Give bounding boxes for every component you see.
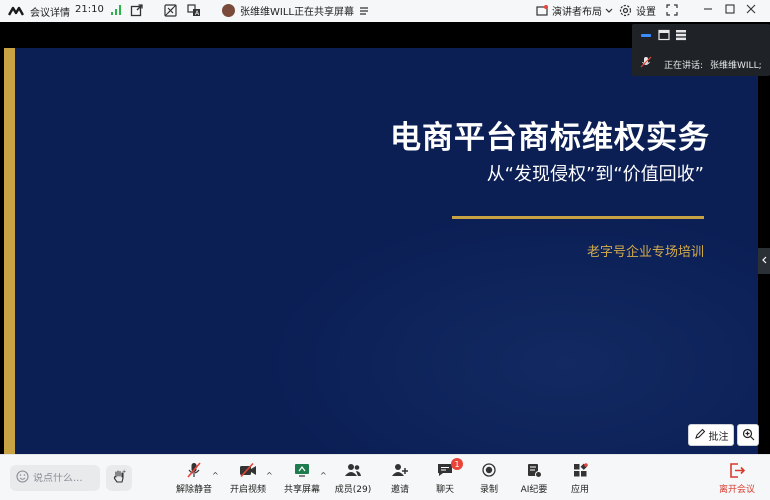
apps-label: 应用: [570, 485, 589, 495]
sharer-avatar: [222, 4, 235, 17]
speaker-mic-icon: [640, 56, 652, 68]
settings-label: 设置: [636, 7, 656, 18]
chat-unread-badge: 1: [451, 458, 463, 470]
raise-hand-button[interactable]: +: [106, 465, 132, 491]
record-label: 录制: [479, 485, 498, 495]
fullscreen-icon[interactable]: [666, 4, 678, 16]
apps-grid-icon: [573, 461, 588, 479]
bottom-toolbar: + 解除静音 ^ 开启视频 ^ 共享屏幕 ^ 成员(29) 邀请: [0, 454, 770, 500]
screen-sharer-indicator[interactable]: 张维维WILL正在共享屏幕: [222, 3, 369, 18]
emoji-icon[interactable]: [16, 470, 29, 486]
pen-icon: [694, 428, 706, 443]
zoom-button[interactable]: [737, 424, 759, 446]
top-bar: 会议详情 21:10 A 张维维WILL正在共享屏幕 演讲者布局 设置: [0, 0, 770, 22]
apps-button[interactable]: 应用: [566, 461, 594, 497]
speaking-label: 正在讲话:: [664, 61, 704, 71]
meeting-info-button[interactable]: 会议详情: [30, 4, 70, 19]
tencent-meeting-logo-icon: [8, 5, 24, 17]
leave-meeting-label: 离开会议: [718, 485, 755, 495]
invite-user-icon: [391, 461, 409, 479]
audio-options-caret[interactable]: ^: [212, 471, 219, 480]
start-video-button[interactable]: 开启视频: [230, 461, 266, 497]
screen-mute-icon[interactable]: [164, 4, 177, 17]
annotate-button[interactable]: 批注: [688, 424, 734, 446]
chat-icon: 1: [437, 458, 463, 479]
layout-button[interactable]: 演讲者布局: [536, 3, 613, 18]
slide-tagline: 老字号企业专场培训: [586, 245, 704, 260]
annotate-label: 批注: [708, 431, 729, 443]
minimize-view-icon[interactable]: [640, 29, 652, 41]
chevron-left-icon: [761, 256, 767, 267]
zoom-in-icon: [742, 426, 755, 445]
layout-icon: [536, 4, 548, 17]
external-share-icon[interactable]: [130, 4, 143, 17]
sharer-text: 张维维WILL正在共享屏幕: [240, 7, 354, 18]
quick-chat-input[interactable]: [33, 472, 93, 484]
svg-text:+: +: [122, 469, 126, 475]
members-icon: [344, 461, 362, 479]
window-maximize-icon[interactable]: [724, 3, 736, 15]
window-minimize-icon[interactable]: [702, 3, 714, 15]
menu-lines-icon: [359, 6, 369, 16]
layout-label: 演讲者布局: [552, 7, 602, 18]
chevron-down-icon: [605, 8, 613, 14]
share-screen-button[interactable]: 共享屏幕: [284, 461, 320, 497]
leave-meeting-button[interactable]: 离开会议: [716, 461, 758, 497]
chat-button[interactable]: 1 聊天: [431, 458, 463, 497]
network-signal-icon[interactable]: [110, 4, 122, 16]
share-screen-label: 共享屏幕: [284, 485, 321, 495]
record-icon: [482, 461, 496, 479]
speaker-panel[interactable]: 正在讲话: 张维维WILL;: [632, 24, 770, 76]
chat-label: 聊天: [435, 485, 454, 495]
speaking-name: 张维维WILL;: [710, 61, 762, 71]
ai-summary-button[interactable]: AI纪要: [518, 461, 550, 497]
record-button[interactable]: 录制: [475, 461, 503, 497]
meeting-time: 21:10: [75, 4, 104, 15]
slide-subtitle: 从“发现侵权”到“价值回收”: [486, 164, 704, 185]
camera-off-icon: [239, 461, 257, 479]
quick-chat-input-box[interactable]: [10, 465, 100, 491]
slide-title: 电商平台商标维权实务: [390, 120, 710, 156]
slide-divider: [452, 216, 704, 219]
unmute-label: 解除静音: [176, 485, 213, 495]
exit-icon: [729, 461, 745, 479]
members-button[interactable]: 成员(29): [335, 461, 371, 497]
share-options-caret[interactable]: ^: [320, 471, 327, 480]
list-view-icon[interactable]: [675, 29, 687, 41]
slide-gold-stripe: [4, 48, 15, 454]
video-options-caret[interactable]: ^: [266, 471, 273, 480]
mic-off-icon: [186, 461, 202, 479]
invite-label: 邀请: [390, 485, 409, 495]
ai-summary-label: AI纪要: [520, 485, 548, 495]
gear-icon: [619, 4, 632, 17]
members-label: 成员(29): [334, 485, 372, 495]
start-video-label: 开启视频: [230, 485, 267, 495]
shared-screen-slide[interactable]: 电商平台商标维权实务 从“发现侵权”到“价值回收” 老字号企业专场培训: [4, 48, 758, 454]
unmute-button[interactable]: 解除静音: [176, 461, 212, 497]
invite-button[interactable]: 邀请: [386, 461, 414, 497]
hand-icon: +: [112, 469, 126, 488]
share-screen-icon: [294, 461, 310, 479]
collapse-panel-tab[interactable]: [758, 248, 770, 274]
settings-button[interactable]: 设置: [619, 3, 656, 18]
ai-notes-icon: [527, 461, 542, 479]
window-view-icon[interactable]: [658, 29, 670, 41]
window-close-icon[interactable]: [745, 3, 757, 15]
translate-icon[interactable]: A: [187, 4, 201, 17]
